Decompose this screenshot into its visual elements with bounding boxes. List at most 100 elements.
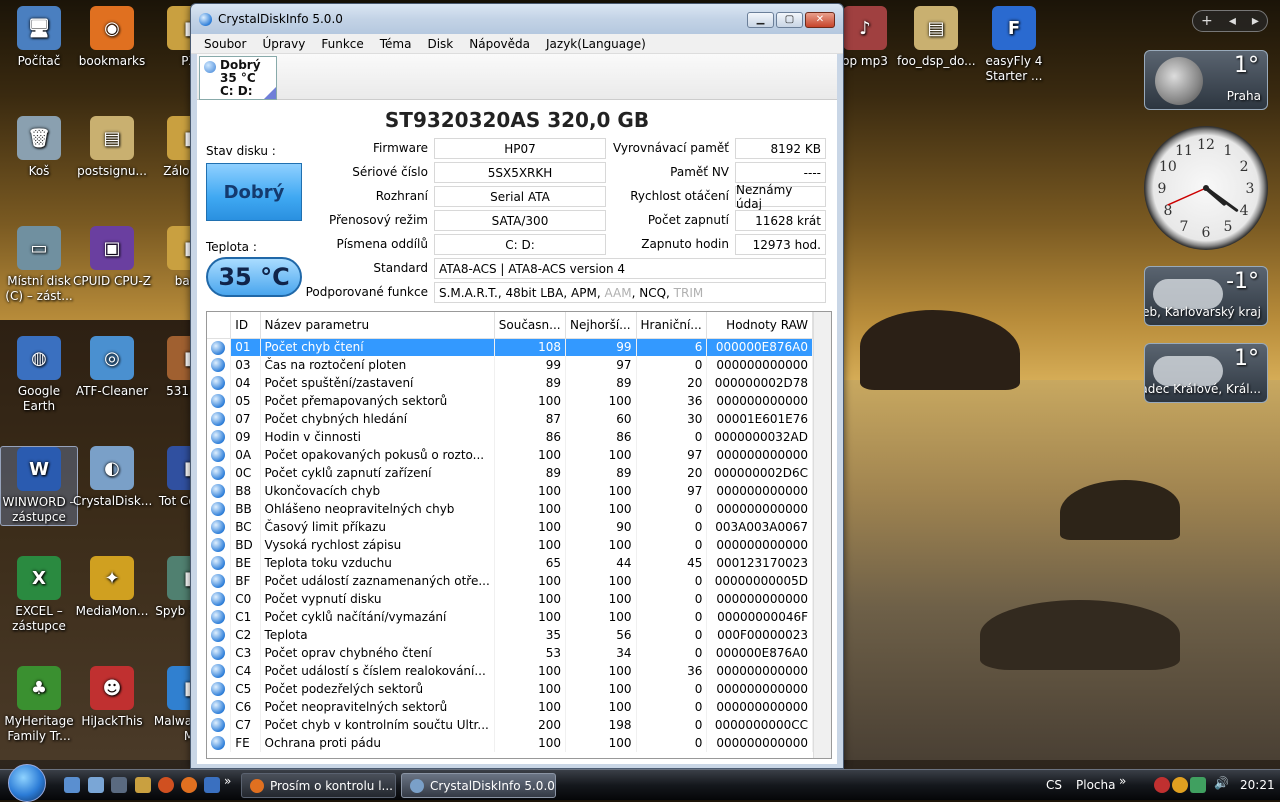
- table-row[interactable]: 0C Počet cyklů zapnutí zařízení 89 89 20 0000…: [207, 464, 813, 482]
- menu-napoveda[interactable]: Nápověda: [461, 37, 538, 51]
- minimize-button[interactable]: ▁: [747, 12, 774, 28]
- desktop-icon[interactable]: X EXCEL – zástupce: [0, 556, 78, 634]
- desktop-icon[interactable]: ◎ ATF-Cleaner: [73, 336, 151, 399]
- cell-worst: 100: [565, 536, 637, 554]
- column-header-threshold[interactable]: Hraniční...: [636, 312, 708, 339]
- quicklaunch-switch-icon[interactable]: [111, 777, 127, 793]
- column-header-name[interactable]: Název parametru: [260, 312, 495, 339]
- title-bar[interactable]: CrystalDiskInfo 5.0.0 ▁ ▢ ✕: [191, 4, 843, 34]
- menu-tema[interactable]: Téma: [372, 37, 420, 51]
- menu-upravy[interactable]: Úpravy: [254, 37, 313, 51]
- sidebar-next-button[interactable]: ▸: [1252, 13, 1259, 29]
- desktop-icon[interactable]: ◍ Google Earth: [0, 336, 78, 414]
- table-row[interactable]: BD Vysoká rychlost zápisu 100 100 0 000000000…: [207, 536, 813, 554]
- quicklaunch-overflow-button[interactable]: »: [224, 774, 231, 788]
- cell-current: 100: [494, 572, 567, 590]
- desktop-icon[interactable]: ◉ bookmarks: [73, 6, 151, 69]
- tray-security-icon[interactable]: [1154, 777, 1170, 793]
- column-header-id[interactable]: ID: [230, 312, 261, 339]
- clock-gadget[interactable]: 12 1 2 3 4 5 6 7 8 9 10 11: [1144, 126, 1268, 250]
- cell-threshold: 0: [636, 698, 708, 716]
- table-row[interactable]: 04 Počet spuštění/zastavení 89 89 20 00000000…: [207, 374, 813, 392]
- table-row[interactable]: 09 Hodin v činnosti 86 86 0 0000000032AD: [207, 428, 813, 446]
- health-status-button[interactable]: Dobrý: [206, 163, 302, 221]
- temperature-button[interactable]: 35 °C: [206, 257, 302, 297]
- column-header-raw[interactable]: Hodnoty RAW: [706, 312, 813, 339]
- weather-gadget-hradec[interactable]: 1° Hradec Králové, Král...: [1144, 343, 1268, 403]
- start-button[interactable]: ⊞: [8, 764, 46, 802]
- clock-time[interactable]: 20:21: [1240, 778, 1275, 792]
- desktop-icon[interactable]: ▤ postsignu...: [73, 116, 151, 179]
- desktop-icon[interactable]: ▤ foo_dsp_do...: [897, 6, 976, 69]
- desktop-icon[interactable]: ☻ HiJackThis: [73, 666, 151, 729]
- table-row[interactable]: BF Počet událostí zaznamenaných otře... 10…: [207, 572, 813, 590]
- table-row[interactable]: B8 Ukončovacích chyb 100 100 97 000000000000: [207, 482, 813, 500]
- table-row[interactable]: 0A Počet opakovaných pokusů o rozto... 100…: [207, 446, 813, 464]
- table-row[interactable]: C2 Teplota 35 56 0 000F00000023: [207, 626, 813, 644]
- column-header-status[interactable]: [207, 312, 232, 339]
- volume-icon[interactable]: 🔊: [1214, 776, 1229, 790]
- tray-update-icon[interactable]: [1172, 777, 1188, 793]
- maximize-button[interactable]: ▢: [776, 12, 803, 28]
- table-row[interactable]: C1 Počet cyklů načítání/vymazání 100 100 0 00…: [207, 608, 813, 626]
- quicklaunch-app-icon[interactable]: [158, 777, 174, 793]
- row-status-cell: [207, 734, 232, 752]
- sidebar-prev-button[interactable]: ◂: [1229, 13, 1236, 29]
- desktop-icon[interactable]: ▣ CPUID CPU-Z: [73, 226, 151, 289]
- tray-network-icon[interactable]: [1190, 777, 1206, 793]
- quicklaunch-window-icon[interactable]: [88, 777, 104, 793]
- desktop-toolbar-more[interactable]: »: [1119, 774, 1126, 788]
- weather-temp: 1°: [1234, 346, 1259, 371]
- desktop-icon-label: foo_dsp_do...: [897, 54, 976, 68]
- taskbar-button-firefox[interactable]: Prosím o kontrolu l...: [241, 773, 396, 798]
- desktop-icon[interactable]: 🖥 Počítač: [0, 6, 78, 69]
- weather-gadget-cheb[interactable]: -1° Cheb, Karlovarský kraj: [1144, 266, 1268, 326]
- column-header-current[interactable]: Současn...: [494, 312, 567, 339]
- taskbar-button-crystaldiskinfo[interactable]: CrystalDiskInfo 5.0.0: [401, 773, 556, 798]
- table-row[interactable]: 05 Počet přemapovaných sektorů 100 100 36 000…: [207, 392, 813, 410]
- table-row[interactable]: BC Časový limit příkazu 100 90 0 003A003A0067: [207, 518, 813, 536]
- table-scrollbar[interactable]: [813, 312, 831, 758]
- menu-funkce[interactable]: Funkce: [313, 37, 371, 51]
- show-desktop-icon[interactable]: [64, 777, 80, 793]
- status-dot-icon: [211, 340, 225, 355]
- quicklaunch-tool-icon[interactable]: [135, 777, 151, 793]
- table-row[interactable]: C0 Počet vypnutí disku 100 100 0 000000000000: [207, 590, 813, 608]
- features-value: S.M.A.R.T., 48bit LBA, APM, AAM, NCQ, TR…: [434, 282, 826, 303]
- table-row[interactable]: C6 Počet neopravitelných sektorů 100 100 0 00…: [207, 698, 813, 716]
- desktop-icon[interactable]: ◐ CrystalDisk...: [73, 446, 152, 509]
- table-row[interactable]: BB Ohlášeno neopravitelných chyb 100 100 0 00…: [207, 500, 813, 518]
- menu-soubor[interactable]: Soubor: [196, 37, 254, 51]
- drive-tab-c-d[interactable]: Dobrý 35 °C C: D:: [199, 56, 277, 100]
- table-row[interactable]: C7 Počet chyb v kontrolním součtu Ultr...…: [207, 716, 813, 734]
- column-header-worst[interactable]: Nejhorší...: [565, 312, 637, 339]
- desktop-icon[interactable]: 🗑 Koš: [0, 116, 78, 179]
- smart-attributes-table[interactable]: ID Název parametru Současn... Nejhorší..…: [206, 311, 832, 759]
- close-button[interactable]: ✕: [805, 12, 835, 28]
- desktop-icon[interactable]: ♣ MyHeritage Family Tr...: [0, 666, 78, 744]
- table-row[interactable]: 03 Čas na roztočení ploten 99 97 0 0000000000…: [207, 356, 813, 374]
- table-row[interactable]: 01 Počet chyb čtení 108 99 6 000000E876A0: [207, 338, 813, 356]
- cell-raw: 000000000000: [706, 356, 813, 374]
- quicklaunch-more-icon[interactable]: [204, 777, 220, 793]
- add-gadget-button[interactable]: +: [1201, 13, 1213, 29]
- cell-threshold: 0: [636, 356, 708, 374]
- cell-raw: 000000000000: [706, 662, 813, 680]
- desktop-icon[interactable]: ✦ MediaMon...: [73, 556, 151, 619]
- quicklaunch-firefox-icon[interactable]: [181, 777, 197, 793]
- language-indicator[interactable]: CS: [1046, 778, 1062, 792]
- menu-language[interactable]: Jazyk(Language): [538, 37, 654, 51]
- table-row[interactable]: BE Teplota toku vzduchu 65 44 45 000123170023: [207, 554, 813, 572]
- desktop-icon[interactable]: W WINWORD – zástupce: [0, 446, 78, 526]
- weather-gadget-praha[interactable]: 1° Praha: [1144, 50, 1268, 110]
- table-row[interactable]: 07 Počet chybných hledání 87 60 30 00001E601E…: [207, 410, 813, 428]
- table-row[interactable]: C3 Počet oprav chybného čtení 53 34 0 000000E…: [207, 644, 813, 662]
- table-row[interactable]: FE Ochrana proti pádu 100 100 0 000000000000: [207, 734, 813, 752]
- table-row[interactable]: C4 Počet událostí s číslem realokování...…: [207, 662, 813, 680]
- table-row[interactable]: C5 Počet podezřelých sektorů 100 100 0 000000…: [207, 680, 813, 698]
- power-on-hours-value: 12973 hod.: [735, 234, 826, 255]
- desktop-toolbar-label[interactable]: Plocha: [1076, 778, 1115, 792]
- desktop-icon[interactable]: FeasyFly 4 Starter ...: [975, 6, 1053, 84]
- menu-disk[interactable]: Disk: [419, 37, 461, 51]
- desktop-icon[interactable]: ▭ Místní disk (C) – zást...: [0, 226, 78, 304]
